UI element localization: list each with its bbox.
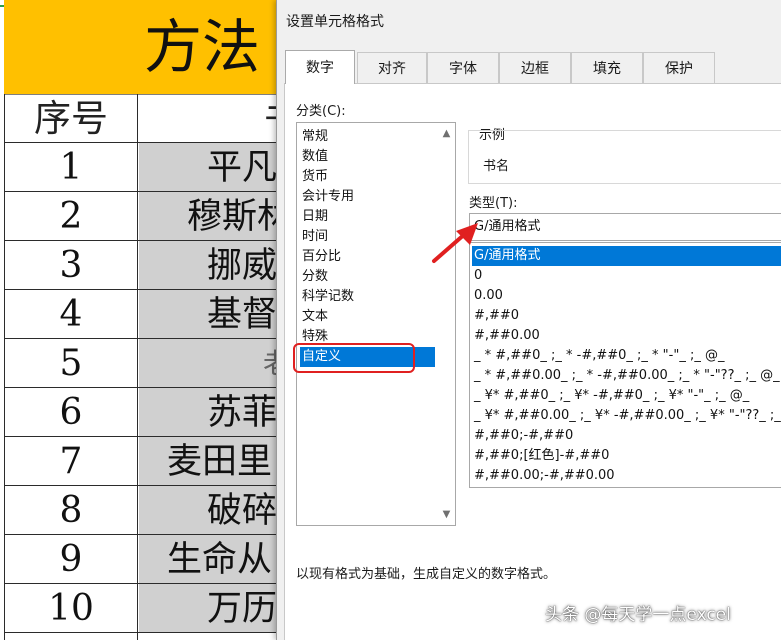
- book-name-text: 穆斯林: [187, 197, 276, 237]
- format-code-item[interactable]: _ * #,##0.00_ ;_ * -#,##0.00_ ;_ * "-"??…: [472, 366, 780, 386]
- book-name-cell[interactable]: 生命从: [139, 535, 276, 583]
- category-item-percentage[interactable]: 百分比: [300, 247, 343, 267]
- sample-group: 书名: [468, 130, 781, 184]
- book-name-text: 挪威: [207, 246, 276, 286]
- book-name-cell[interactable]: 老: [139, 339, 276, 387]
- format-code-item[interactable]: 0: [472, 266, 482, 286]
- tab-number[interactable]: 数字: [285, 50, 355, 84]
- book-name-text: 生命从: [167, 540, 273, 580]
- row-number-cell[interactable]: 7: [5, 437, 137, 485]
- book-name-cell[interactable]: 基督: [139, 290, 276, 338]
- format-code-item[interactable]: _ * #,##0_ ;_ * -#,##0_ ;_ * "-"_ ;_ @_: [472, 346, 724, 366]
- category-item-time[interactable]: 时间: [300, 227, 330, 247]
- tab-protection[interactable]: 保护: [643, 52, 715, 83]
- book-name-text: 万历: [207, 589, 276, 629]
- format-code-item[interactable]: _ ¥* #,##0.00_ ;_ ¥* -#,##0.00_ ;_ ¥* "-…: [472, 406, 781, 426]
- grid-line: [137, 94, 138, 640]
- grid-line: [4, 632, 276, 633]
- format-cells-dialog: 设置单元格格式 数字 对齐 字体 边框 填充 保护 分类(C): 常规 数值 货…: [276, 0, 781, 640]
- format-code-item[interactable]: #,##0.00;-#,##0.00: [472, 466, 615, 486]
- row-number-cell[interactable]: 1: [5, 143, 137, 191]
- row-number-cell[interactable]: 8: [5, 486, 137, 534]
- tab-border[interactable]: 边框: [499, 52, 571, 83]
- title-cell[interactable]: 方法: [4, 0, 276, 95]
- chevron-down-icon[interactable]: ▼: [438, 506, 455, 523]
- header-cell-index[interactable]: 序号: [5, 95, 137, 142]
- row-number-cell[interactable]: 5: [5, 339, 137, 387]
- book-name-text: 基督: [207, 295, 276, 335]
- category-item-general[interactable]: 常规: [300, 127, 330, 147]
- type-label: 类型(T):: [469, 196, 518, 211]
- format-code-item[interactable]: _ ¥* #,##0_ ;_ ¥* -#,##0_ ;_ ¥* "-"_ ;_ …: [472, 386, 749, 406]
- chevron-up-icon[interactable]: ▲: [438, 125, 455, 142]
- format-code-item[interactable]: #,##0;[红色]-#,##0: [472, 446, 609, 466]
- book-name-text: 破碎: [207, 491, 276, 531]
- format-code-item[interactable]: 0.00: [472, 286, 503, 306]
- format-code-item[interactable]: G/通用格式: [472, 246, 781, 266]
- tab-font[interactable]: 字体: [427, 52, 499, 83]
- row-number-cell[interactable]: 9: [5, 535, 137, 583]
- category-label: 分类(C):: [296, 104, 346, 119]
- category-item-text[interactable]: 文本: [300, 307, 330, 327]
- tab-alignment[interactable]: 对齐: [357, 52, 427, 83]
- category-item-date[interactable]: 日期: [300, 207, 330, 227]
- category-item-scientific[interactable]: 科学记数: [300, 287, 356, 307]
- row-number-cell[interactable]: 6: [5, 388, 137, 436]
- highlight-annotation-box: [293, 343, 415, 373]
- header-cell-book[interactable]: 书: [264, 95, 276, 142]
- row-number-cell[interactable]: 3: [5, 241, 137, 289]
- book-name-text: 平凡: [207, 148, 276, 188]
- format-code-list[interactable]: G/通用格式 0 0.00 #,##0 #,##0.00 _ * #,##0_ …: [469, 242, 781, 488]
- book-name-text: 苏菲: [207, 393, 276, 433]
- category-item-number[interactable]: 数值: [300, 147, 330, 167]
- type-input[interactable]: G/通用格式: [469, 213, 781, 241]
- book-name-text: 麦田里: [167, 442, 273, 482]
- format-description: 以现有格式为基础，生成自定义的数字格式。: [296, 567, 557, 582]
- book-name-cell[interactable]: 苏菲: [139, 388, 276, 436]
- row-number-cell[interactable]: 4: [5, 290, 137, 338]
- annotation-arrow-icon: [432, 223, 478, 263]
- tab-fill[interactable]: 填充: [571, 52, 643, 83]
- category-scrollbar[interactable]: ▲ ▼: [438, 123, 455, 525]
- category-list[interactable]: 常规 数值 货币 会计专用 日期 时间 百分比 分数 科学记数 文本 特殊 自定…: [296, 122, 456, 526]
- title-text: 方法: [144, 13, 261, 81]
- format-code-item[interactable]: #,##0.00: [472, 326, 540, 346]
- watermark: 头条 @每天学一点excel: [545, 605, 731, 625]
- format-code-item[interactable]: #,##0;-#,##0: [472, 426, 573, 446]
- book-name-cell[interactable]: 挪威: [139, 241, 276, 289]
- book-name-cell[interactable]: 破碎: [139, 486, 276, 534]
- book-name-cell[interactable]: 平凡: [139, 143, 276, 191]
- category-item-accounting[interactable]: 会计专用: [300, 187, 356, 207]
- dialog-title: 设置单元格格式: [286, 14, 384, 30]
- row-number-cell[interactable]: 10: [5, 584, 137, 632]
- book-name-text: 老: [263, 339, 276, 387]
- category-item-fraction[interactable]: 分数: [300, 267, 330, 287]
- book-name-cell[interactable]: 穆斯林: [139, 192, 276, 240]
- row-number-cell[interactable]: 2: [5, 192, 137, 240]
- format-code-item[interactable]: #,##0: [472, 306, 519, 326]
- sample-value: 书名: [483, 159, 510, 174]
- category-item-currency[interactable]: 货币: [300, 167, 330, 187]
- book-name-cell[interactable]: 万历: [139, 584, 276, 632]
- book-name-cell[interactable]: 麦田里: [139, 437, 276, 485]
